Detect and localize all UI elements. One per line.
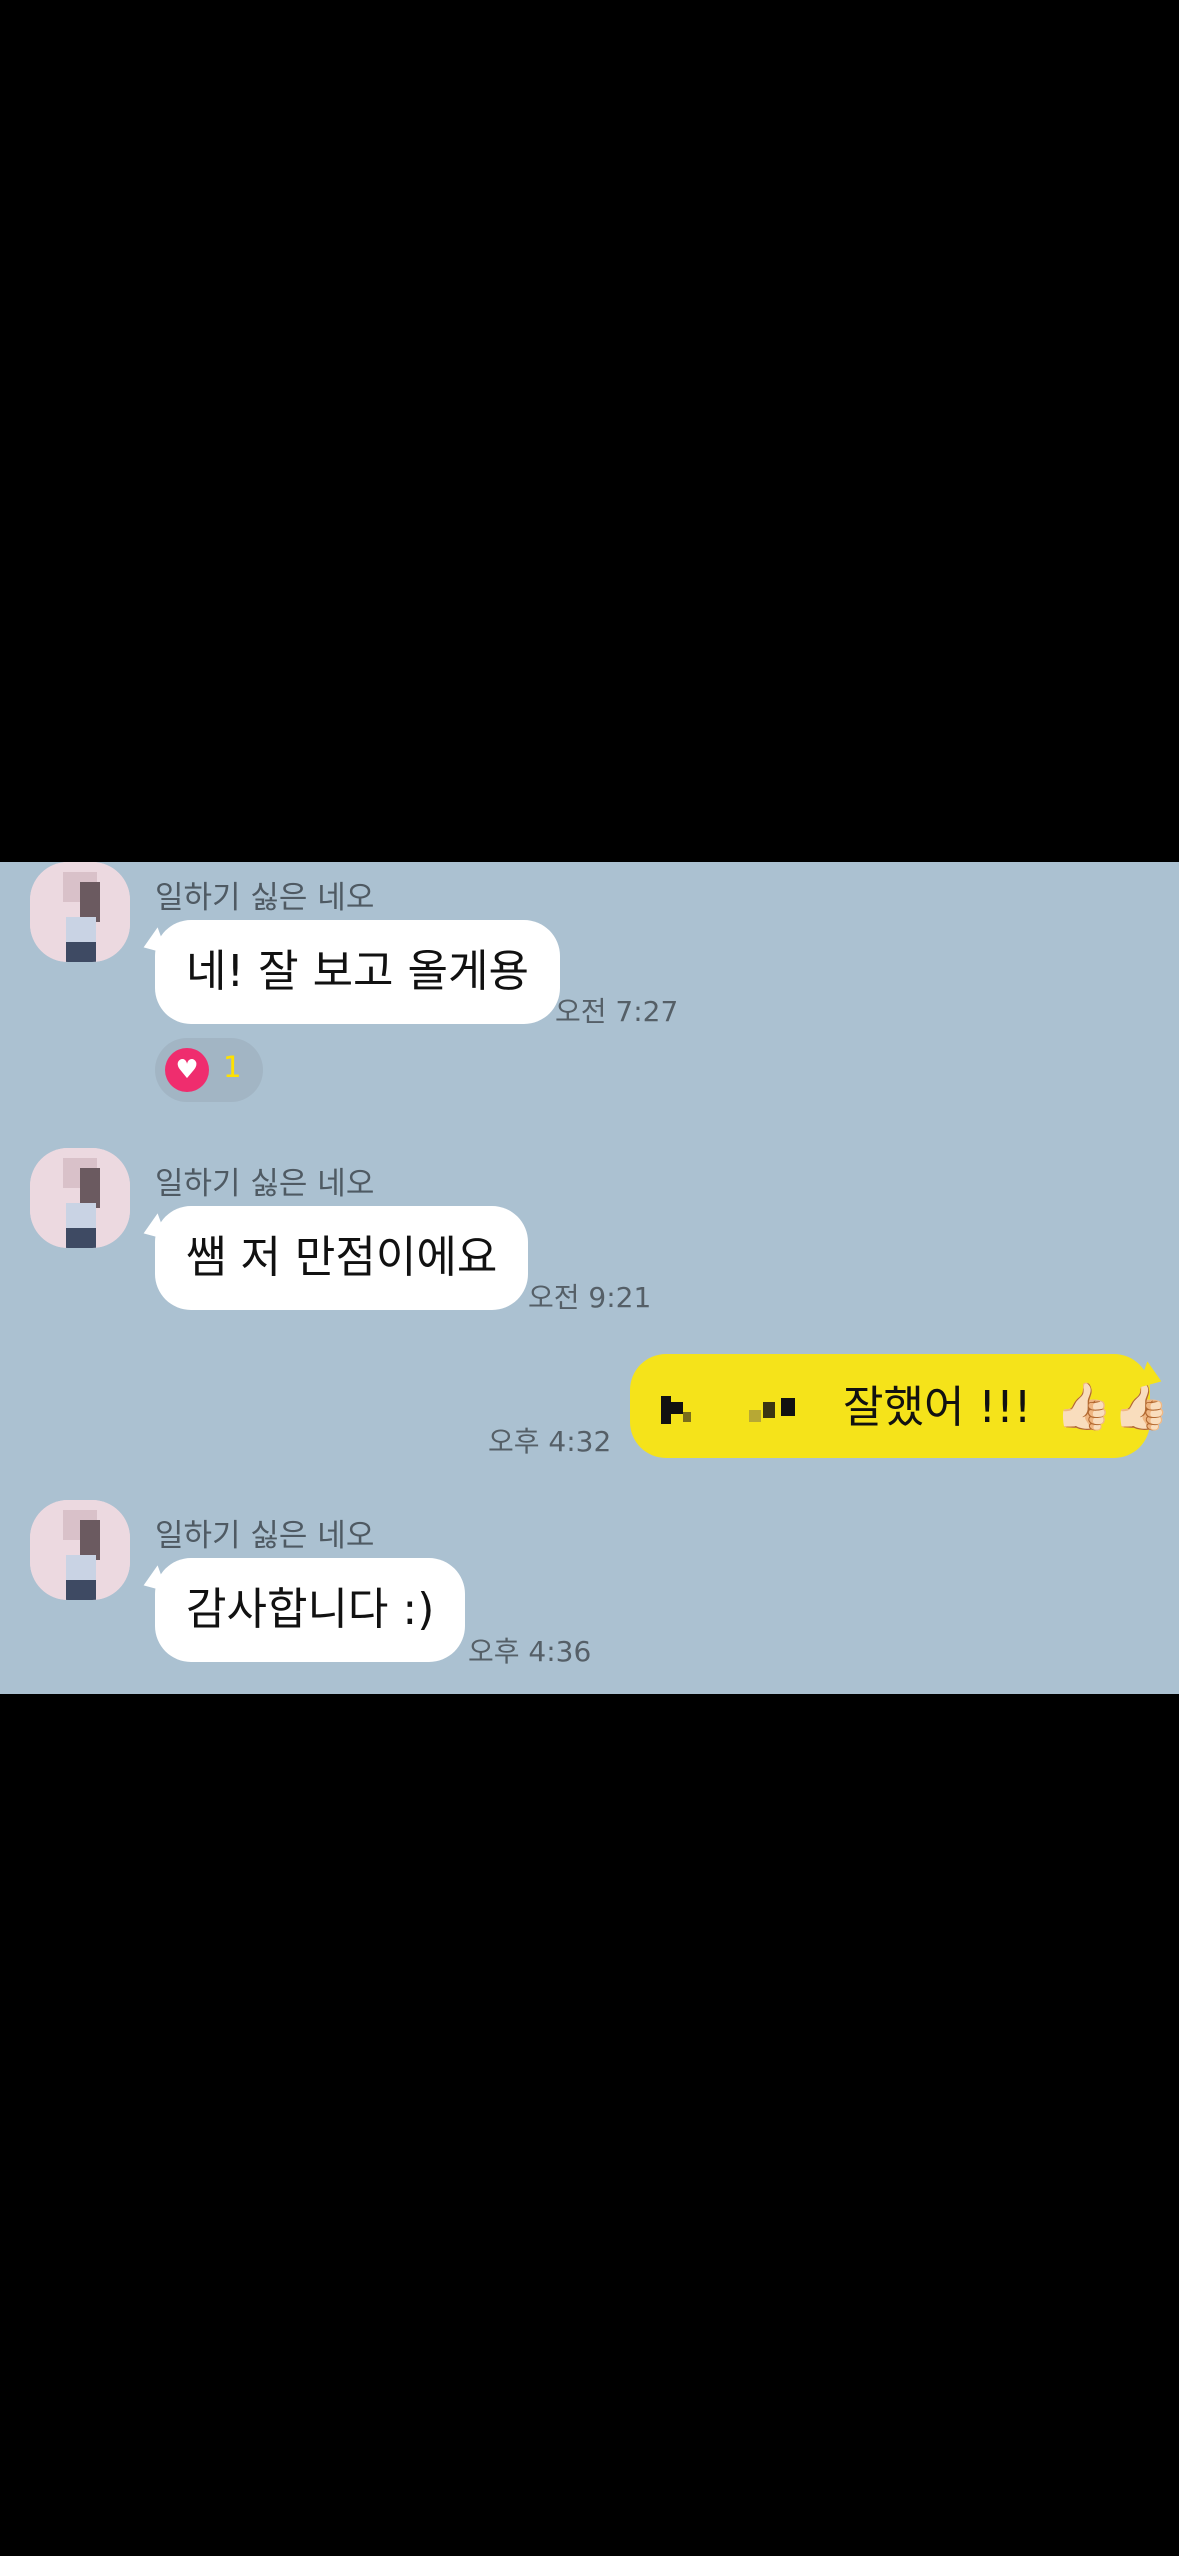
sender-name: 일하기 싫은 네오 [155,1518,375,1554]
message-group: 일하기 싫은 네오 네! 잘 보고 올게용 오전 7:27 ♥ 1 [0,862,1179,1122]
message-time: 오전 9:21 [528,1281,652,1314]
message-bubble-outgoing[interactable]: 잘했어 !!! 👍🏻👍🏻 [630,1354,1170,1458]
reaction-badge[interactable]: ♥ 1 [155,1038,263,1102]
avatar[interactable] [30,1148,130,1248]
message-time: 오전 7:27 [555,995,679,1028]
chat-area: 일하기 싫은 네오 네! 잘 보고 올게용 오전 7:27 ♥ 1 일하기 싫은… [0,862,1179,1694]
message-group: 일하기 싫은 네오 감사합니다 :) 오후 4:36 [0,1500,1179,1690]
message-group: 일하기 싫은 네오 쌤 저 만점이에요 오전 9:21 [0,1148,1179,1318]
message-bubble[interactable]: 쌤 저 만점이에요 [155,1206,529,1310]
message-bubble[interactable]: 네! 잘 보고 올게용 [155,920,560,1024]
message-time: 오후 4:36 [468,1635,592,1668]
sender-name: 일하기 싫은 네오 [155,880,375,916]
avatar[interactable] [30,862,130,962]
sender-name: 일하기 싫은 네오 [155,1166,375,1202]
message-text: 잘했어 !!! [843,1382,1032,1433]
avatar[interactable] [30,1500,130,1600]
thumbs-up-icon: 👍🏻👍🏻 [1055,1379,1170,1433]
mosaic-redaction [661,1390,695,1430]
mosaic-redaction [749,1390,809,1430]
reaction-count: 1 [223,1050,242,1084]
message-group-outgoing: 오후 4:32 잘했어 !!! 👍🏻👍🏻 [0,1354,1179,1474]
message-bubble[interactable]: 감사합니다 :) [155,1558,466,1662]
message-time: 오후 4:32 [488,1425,612,1458]
heart-icon: ♥ [165,1048,209,1092]
